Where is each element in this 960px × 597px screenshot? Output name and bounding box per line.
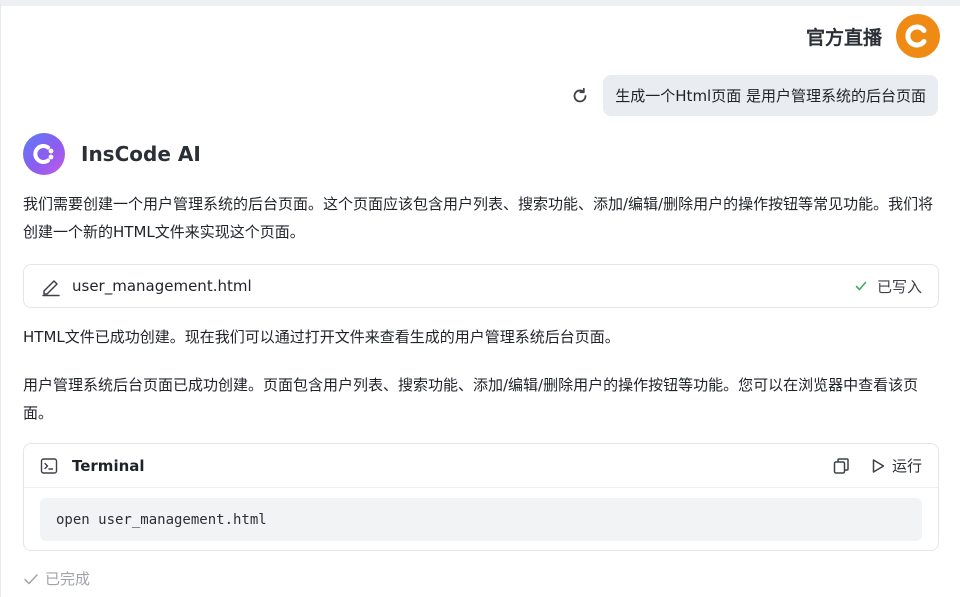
chat-window: 官方直播 生成一个Html页面 是用户管理系统的后台页面 InsCode AI … <box>0 0 960 597</box>
terminal-header: Terminal 运行 <box>24 444 938 488</box>
file-status: 已写入 <box>855 276 922 297</box>
assistant-paragraph: 我们需要创建一个用户管理系统的后台页面。这个页面应该包含用户列表、搜索功能、添加… <box>23 195 934 241</box>
top-bar: 官方直播 <box>806 14 940 58</box>
copy-icon[interactable] <box>832 456 852 476</box>
terminal-title: Terminal <box>72 456 145 475</box>
terminal-block: Terminal 运行 open user_management.html <box>23 443 939 551</box>
file-card[interactable]: user_management.html 已写入 <box>23 264 939 308</box>
check-icon <box>24 573 38 584</box>
done-status: 已完成 <box>23 568 90 589</box>
file-status-label: 已写入 <box>876 277 922 296</box>
file-name[interactable]: user_management.html <box>72 277 855 295</box>
done-label: 已完成 <box>45 570 91 588</box>
user-message-row: 生成一个Html页面 是用户管理系统的后台页面 <box>569 75 938 116</box>
terminal-icon <box>40 456 60 476</box>
terminal-command: open user_management.html <box>40 498 922 541</box>
assistant-header: InsCode AI <box>23 133 201 175</box>
refresh-icon[interactable] <box>569 85 591 107</box>
check-icon <box>855 281 867 291</box>
run-label: 运行 <box>891 457 922 475</box>
terminal-actions: 运行 <box>832 455 922 476</box>
live-label[interactable]: 官方直播 <box>806 23 882 50</box>
c-logo-icon[interactable] <box>896 14 940 58</box>
run-button[interactable]: 运行 <box>870 455 922 476</box>
inscode-logo-icon <box>23 133 65 175</box>
assistant-name: InsCode AI <box>81 142 201 166</box>
pencil-icon <box>40 275 62 297</box>
assistant-paragraph: 用户管理系统后台页面已成功创建。页面包含用户列表、搜索功能、添加/编辑/删除用户… <box>23 376 919 422</box>
user-message-bubble: 生成一个Html页面 是用户管理系统的后台页面 <box>603 75 938 116</box>
play-icon <box>872 458 885 473</box>
assistant-paragraph: HTML文件已成功创建。现在我们可以通过打开文件来查看生成的用户管理系统后台页面… <box>23 328 620 346</box>
